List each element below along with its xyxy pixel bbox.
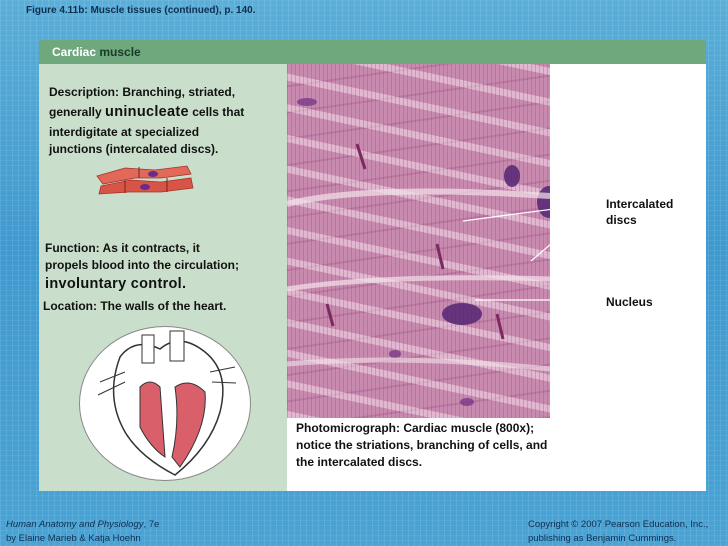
photo-caption-line-2: notice the striations, branching of cell… <box>296 438 548 452</box>
footer-copyright-line-2: publishing as Benjamin Cummings. <box>528 533 677 544</box>
photo-caption-line-3: the intercalated discs. <box>296 455 423 469</box>
heart-diagram <box>79 326 251 481</box>
intercalated-discs-label: Intercalated discs <box>606 196 673 228</box>
footer-copyright-line-1: Copyright © 2007 Pearson Education, Inc.… <box>528 519 709 530</box>
cardiac-cells-illustration <box>96 165 194 195</box>
description-prefix: generally <box>49 105 106 119</box>
function-line-1: Function: As it contracts, it <box>45 241 200 255</box>
left-column: Description: Branching, striated, genera… <box>39 64 287 491</box>
footer-authors: by Elaine Marieb & Katja Hoehn <box>6 533 141 544</box>
photo-caption: Photomicrograph: Cardiac muscle (800x); … <box>296 420 606 471</box>
intercalated-label-line-1: Intercalated <box>606 197 674 211</box>
description-line-4: junctions (intercalated discs). <box>49 142 219 156</box>
panel-title: Cardiac muscle <box>52 45 141 59</box>
footer-book-info: Human Anatomy and Physiology, 7e by Elai… <box>6 518 159 546</box>
figure-caption: Figure 4.11b: Muscle tissues (continued)… <box>26 5 256 16</box>
photo-caption-line-1: Photomicrograph: Cardiac muscle (800x); <box>296 421 535 435</box>
title-cardiac: Cardiac <box>52 45 97 59</box>
location-text: Location: The walls of the heart. <box>43 299 227 313</box>
description-line-2: generally uninucleate cells that <box>49 104 244 121</box>
photomicrograph <box>287 64 550 418</box>
footer-copyright: Copyright © 2007 Pearson Education, Inc.… <box>528 518 708 546</box>
description-emphasis: uninucleate <box>105 104 189 120</box>
description-line-3: interdigitate at specialized <box>49 125 200 139</box>
function-line-2: propels blood into the circulation; <box>45 258 239 272</box>
title-muscle: muscle <box>99 45 141 59</box>
panel-header: Cardiac muscle <box>39 40 706 64</box>
heart-icon <box>97 330 237 476</box>
footer-book-title: Human Anatomy and Physiology <box>6 519 144 530</box>
nucleus-label: Nucleus <box>606 295 653 309</box>
intercalated-label-line-2: discs <box>606 213 637 227</box>
description-line-1: Description: Branching, striated, <box>49 85 236 99</box>
description-suffix: cells that <box>188 105 245 119</box>
footer-edition: , 7e <box>143 519 160 530</box>
function-line-3: involuntary control. <box>45 276 187 292</box>
content-panel: Cardiac muscle Description: Branching, s… <box>39 40 706 491</box>
